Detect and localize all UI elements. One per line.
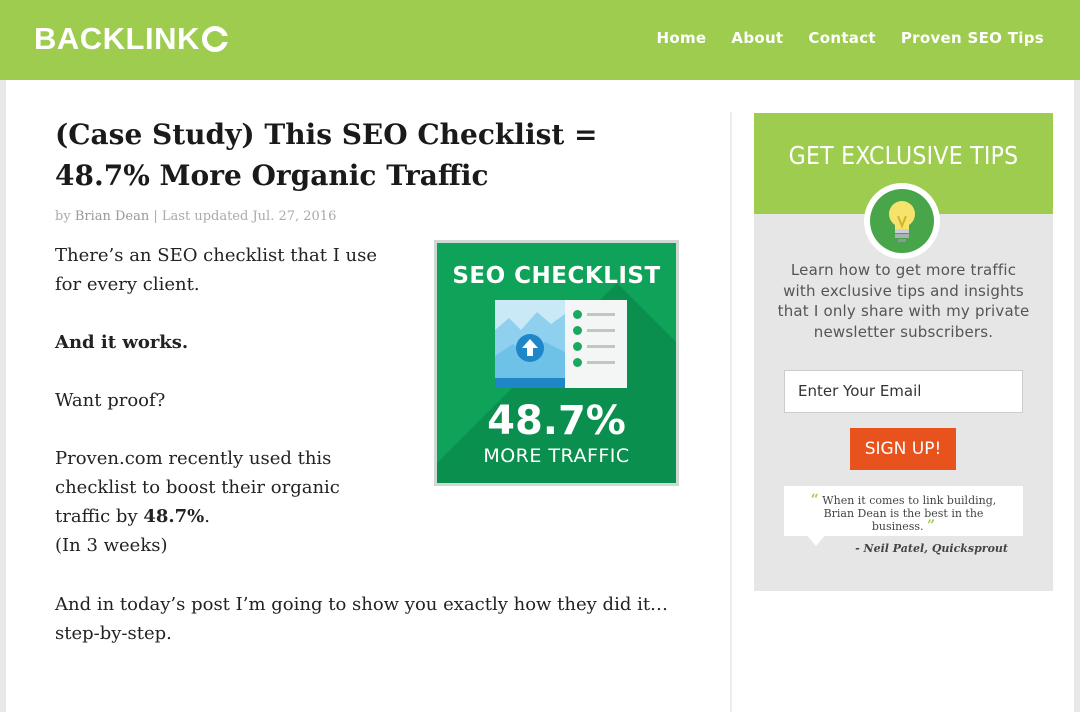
column-divider <box>730 112 732 712</box>
lightbulb-circle <box>870 189 934 253</box>
testimonial-quote: “ When it comes to link building, Brian … <box>784 486 1023 546</box>
featured-title: SEO CHECKLIST <box>452 263 661 289</box>
paragraph-step-by-step: And in today’s post I’m going to show yo… <box>55 594 669 644</box>
chart-document-icon <box>495 300 565 388</box>
page-frame-right <box>1074 80 1080 712</box>
open-quote-icon: “ <box>810 492 819 508</box>
checklist-line <box>587 361 615 364</box>
check-icon <box>573 342 582 351</box>
checklist-line <box>587 329 615 332</box>
paragraph-proven: Proven.com recently used this checklist … <box>55 444 400 531</box>
paragraph-intro: There’s an SEO checklist that I use for … <box>55 245 378 295</box>
newsletter-sidebar: GET EXCLUSIVE TIPS Learn how to get more… <box>754 113 1053 591</box>
check-icon <box>573 358 582 367</box>
email-input[interactable]: Enter Your Email <box>784 370 1023 413</box>
page-frame-left <box>0 80 6 712</box>
paragraph-it-works: And it works. <box>55 332 189 353</box>
nav-home-link[interactable]: Home <box>657 29 707 47</box>
site-header: BACKLINK Home About Contact Proven SEO T… <box>0 0 1080 80</box>
main-nav: Home About Contact Proven SEO Tips <box>657 29 1044 47</box>
nav-about-link[interactable]: About <box>731 29 783 47</box>
featured-percent: 48.7% <box>487 398 626 444</box>
article-meta: by Brian Dean | Last updated Jul. 27, 20… <box>55 209 336 224</box>
paragraph-want-proof: Want proof? <box>55 390 166 411</box>
article-title: (Case Study) This SEO Checklist = 48.7% … <box>55 118 598 192</box>
logo-text: BACKLINK <box>34 21 200 56</box>
proven-period: . <box>204 506 211 527</box>
check-icon <box>573 310 582 319</box>
site-logo[interactable]: BACKLINK <box>34 21 229 57</box>
paragraph-weeks: (In 3 weeks) <box>55 535 168 556</box>
featured-image: SEO CHECKLIST 48.7% MORE TRAFFIC <box>434 240 679 486</box>
checklist-icon <box>565 300 627 388</box>
meta-separator: | <box>153 209 158 224</box>
author-link[interactable]: Brian Dean <box>75 209 149 224</box>
lightbulb-badge <box>864 183 940 259</box>
quote-text: When it comes to link building, Brian De… <box>822 494 997 533</box>
meta-updated: Last updated Jul. 27, 2016 <box>161 209 337 224</box>
nav-proven-seo-tips-link[interactable]: Proven SEO Tips <box>901 29 1044 47</box>
checklist-line <box>587 345 615 348</box>
checklist-line <box>587 313 615 316</box>
lightbulb-icon <box>889 201 915 242</box>
check-icon <box>573 326 582 335</box>
meta-by: by <box>55 209 71 224</box>
logo-o-mark <box>201 26 229 52</box>
sidebar-description: Learn how to get more traffic with exclu… <box>777 261 1030 341</box>
featured-subtitle: MORE TRAFFIC <box>483 445 630 467</box>
sidebar-heading: GET EXCLUSIVE TIPS <box>788 141 1019 170</box>
sign-up-button[interactable]: SIGN UP! <box>850 428 956 470</box>
nav-contact-link[interactable]: Contact <box>808 29 875 47</box>
close-quote-icon: ” <box>927 518 936 534</box>
quote-author: - Neil Patel, Quicksprout <box>855 542 1008 555</box>
proven-percent: 48.7% <box>143 506 205 527</box>
quote-paragraph: “ When it comes to link building, Brian … <box>796 492 1011 534</box>
